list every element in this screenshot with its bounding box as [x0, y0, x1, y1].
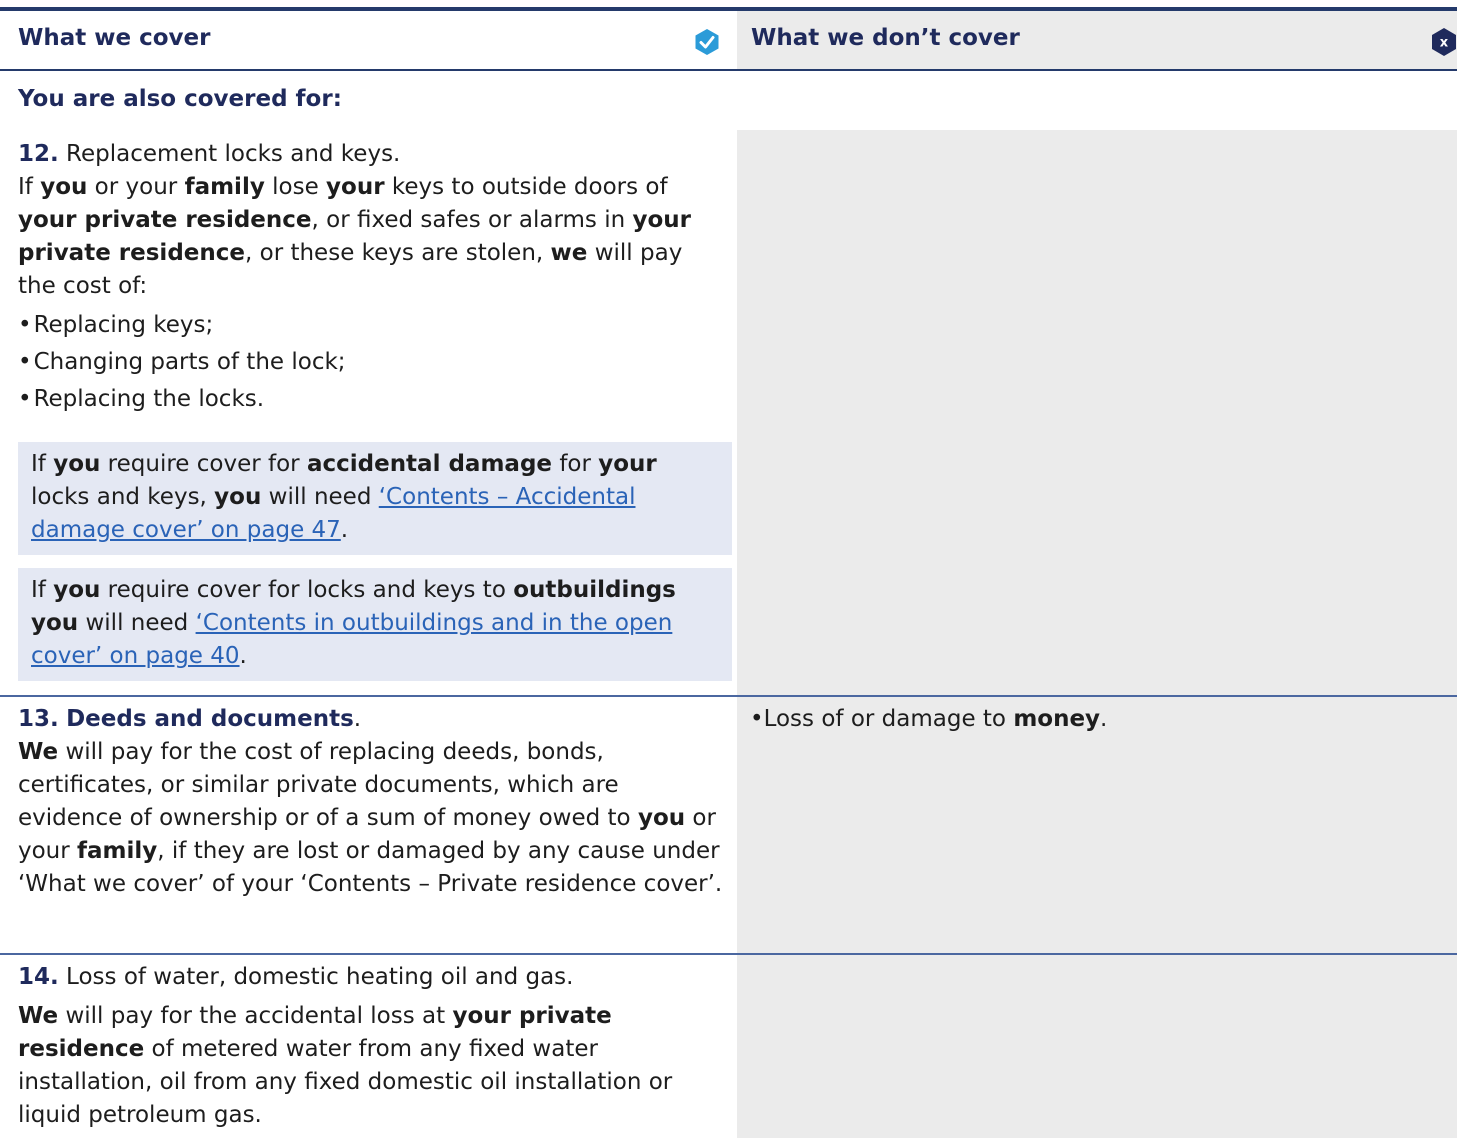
- exclusions-panel-12: [737, 130, 1457, 695]
- item-12-bullets: Replacing keys; Changing parts of the lo…: [18, 309, 723, 420]
- item-12-body: If you or your family lose your keys to …: [18, 174, 692, 299]
- list-item: Changing parts of the lock;: [18, 346, 723, 383]
- item-title: Loss of water, domestic heating oil and …: [58, 964, 574, 990]
- what-we-dont-cover-title: What we don’t cover: [751, 25, 1020, 51]
- item-13: 13. Deeds and documents. We will pay for…: [18, 703, 723, 901]
- exclusions-panel-14: [737, 955, 1457, 1138]
- item-12: 12. Replacement locks and keys. If you o…: [18, 138, 723, 420]
- covered-for-subheading: You are also covered for:: [18, 86, 342, 112]
- header-rule: [0, 69, 1457, 71]
- x-hexagon-icon: x: [1432, 28, 1456, 56]
- outbuildings-note: If you require cover for locks and keys …: [18, 568, 732, 681]
- what-we-cover-header: What we cover: [0, 11, 737, 69]
- accidental-damage-note: If you require cover for accidental dama…: [18, 442, 732, 555]
- item-title: Deeds and documents: [66, 706, 354, 732]
- check-hexagon-icon: [695, 29, 719, 55]
- item-number: 12.: [18, 141, 59, 167]
- row-divider: [0, 953, 1457, 955]
- item-number: 14.: [18, 964, 59, 990]
- list-item: Replacing the locks.: [18, 383, 723, 420]
- x-icon-label: x: [1440, 36, 1449, 51]
- item-number: 13.: [18, 706, 59, 732]
- item-14: 14. Loss of water, domestic heating oil …: [18, 961, 723, 1132]
- item-13-body: We will pay for the cost of replacing de…: [18, 739, 723, 897]
- row-divider: [0, 695, 1457, 697]
- item-13-exclusion: •Loss of or damage to money.: [750, 706, 1108, 732]
- what-we-dont-cover-header: What we don’t cover x: [737, 11, 1457, 69]
- item-12-heading: 12. Replacement locks and keys.: [18, 138, 723, 171]
- list-item: Replacing keys;: [18, 309, 723, 346]
- what-we-cover-title: What we cover: [18, 25, 211, 51]
- item-14-heading: 14. Loss of water, domestic heating oil …: [18, 961, 723, 994]
- item-14-body: We will pay for the accidental loss at y…: [18, 1003, 673, 1128]
- item-title: Replacement locks and keys.: [58, 141, 401, 167]
- item-13-heading: 13. Deeds and documents.: [18, 706, 362, 732]
